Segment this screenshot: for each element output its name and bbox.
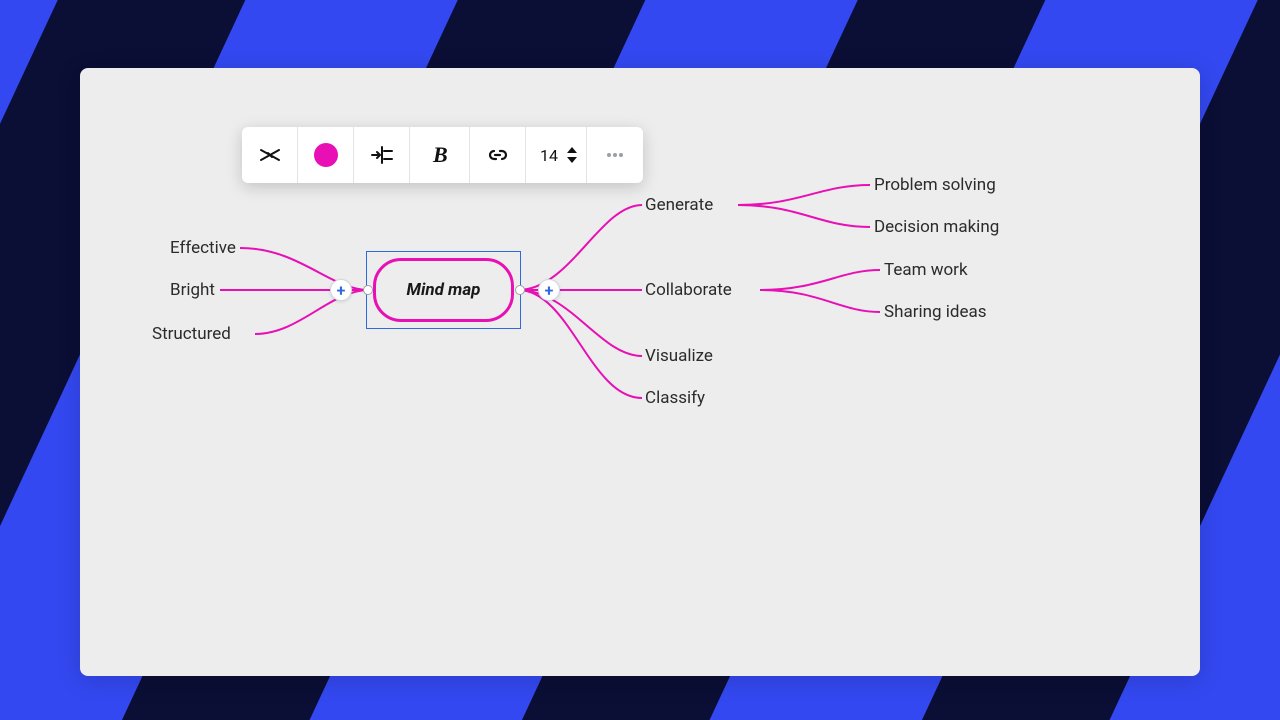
handle-right[interactable] <box>515 285 525 295</box>
node-structured[interactable]: Structured <box>152 324 231 344</box>
node-effective[interactable]: Effective <box>170 238 236 258</box>
node-generate[interactable]: Generate <box>645 195 713 215</box>
node-bright[interactable]: Bright <box>170 280 215 300</box>
color-button[interactable] <box>298 127 354 183</box>
more-options-button[interactable] <box>587 127 643 183</box>
node-team-work[interactable]: Team work <box>884 260 968 280</box>
font-size-control[interactable]: 14 <box>526 127 587 183</box>
add-right-button[interactable]: + <box>538 279 560 301</box>
node-sharing-ideas[interactable]: Sharing ideas <box>884 302 987 322</box>
link-button[interactable] <box>470 127 526 183</box>
add-left-button[interactable]: + <box>330 279 352 301</box>
font-size-down-icon[interactable] <box>566 156 578 164</box>
font-size-value: 14 <box>540 146 558 165</box>
handle-left[interactable] <box>363 285 373 295</box>
alignment-button[interactable] <box>354 127 410 183</box>
bold-button[interactable]: B <box>410 127 470 183</box>
center-node[interactable]: Mind map <box>373 258 514 322</box>
node-problem-solving[interactable]: Problem solving <box>874 175 996 195</box>
formatting-toolbar: B 14 <box>242 127 643 183</box>
node-visualize[interactable]: Visualize <box>645 346 713 366</box>
node-decision-making[interactable]: Decision making <box>874 217 999 237</box>
node-classify[interactable]: Classify <box>645 388 705 408</box>
font-size-up-icon[interactable] <box>566 146 578 154</box>
cut-branch-button[interactable] <box>242 127 298 183</box>
center-node-label: Mind map <box>407 280 481 300</box>
editor-card: B 14 <box>80 68 1200 676</box>
color-swatch-icon <box>314 143 338 167</box>
node-collaborate[interactable]: Collaborate <box>645 280 732 300</box>
svg-text:B: B <box>432 144 448 166</box>
